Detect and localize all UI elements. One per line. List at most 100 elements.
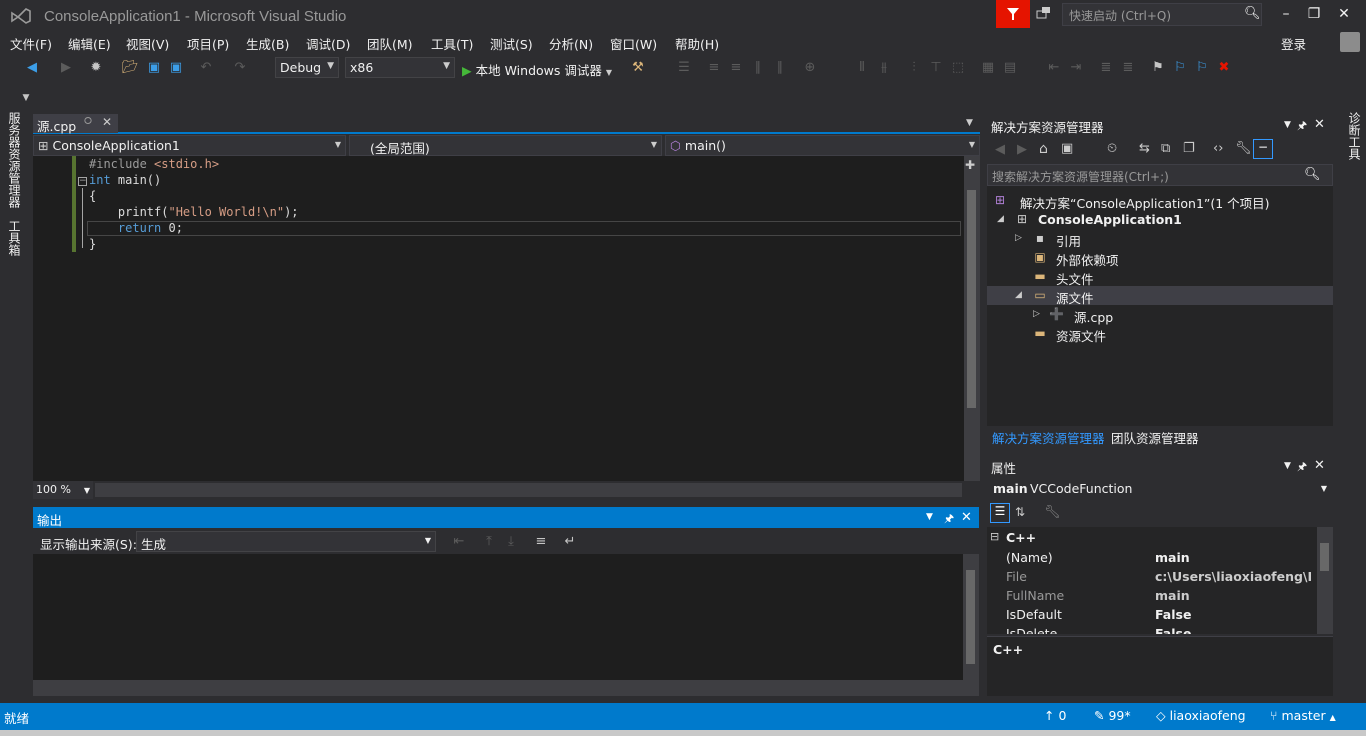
zoom-select[interactable]: 100 % ▼	[33, 481, 93, 499]
notification-flag-icon[interactable]	[996, 0, 1030, 28]
save-all-icon[interactable]: ▣	[168, 60, 184, 76]
size-to-grid-icon[interactable]: ⬚	[950, 60, 966, 76]
align-bottom-icon[interactable]: ∥	[772, 60, 788, 76]
member-select[interactable]: ⬡ main() ▼	[665, 135, 980, 156]
unpublished-commits[interactable]: ↑ 0	[1044, 708, 1066, 723]
diagnostics-tools-tab[interactable]: 诊断工具	[1346, 112, 1363, 160]
collapse-icon[interactable]: −	[78, 177, 87, 186]
property-row[interactable]: FullName main	[987, 586, 1317, 605]
next-message-icon[interactable]: ⤓	[503, 534, 519, 550]
previous-message-icon[interactable]: ⤒	[481, 534, 497, 550]
search-icon[interactable]: 🔍︎	[1244, 6, 1261, 21]
bookmark-icon[interactable]: ⚑	[1150, 60, 1166, 76]
menu-team[interactable]: 团队(M)	[367, 34, 413, 53]
pin-icon[interactable]: ⭘	[84, 116, 92, 127]
tab-solution-explorer[interactable]: 解决方案资源管理器	[992, 428, 1105, 447]
clear-all-icon[interactable]: ≡	[533, 534, 549, 550]
redo-icon[interactable]: ↷	[232, 60, 248, 76]
view-code-icon[interactable]: ‹›	[1213, 141, 1223, 156]
editor-scroll-thumb[interactable]	[967, 190, 976, 408]
split-editor-icon[interactable]: ✚	[965, 158, 975, 172]
sync-icon[interactable]: ⇆	[1139, 141, 1150, 156]
toolbox-tab[interactable]: 工具箱	[6, 220, 23, 256]
property-row[interactable]: IsDefault False	[987, 605, 1317, 624]
forward-icon[interactable]: ▶	[1017, 142, 1027, 157]
menu-build[interactable]: 生成(B)	[246, 34, 289, 53]
tab-team-explorer[interactable]: 团队资源管理器	[1111, 428, 1199, 447]
properties-close-icon[interactable]: ✕	[1314, 458, 1325, 473]
output-close-icon[interactable]: ✕	[961, 510, 972, 525]
menu-tools[interactable]: 工具(T)	[431, 34, 473, 53]
preview-selected-icon[interactable]: −	[1253, 139, 1273, 159]
se-dropdown-icon[interactable]: ▼	[1284, 120, 1291, 130]
categorized-icon[interactable]: ☰	[990, 503, 1010, 523]
property-row[interactable]: IsDelete False	[987, 624, 1317, 634]
properties-dropdown-icon[interactable]: ▼	[1284, 461, 1291, 471]
output-scroll-thumb[interactable]	[966, 570, 975, 664]
sign-in-link[interactable]: 登录	[1281, 34, 1306, 53]
spacing-increase-icon[interactable]: ⫵	[876, 60, 892, 76]
spacing-decrease-icon[interactable]: ⫶	[906, 60, 922, 76]
minimize-button[interactable]: –	[1272, 4, 1300, 26]
property-row[interactable]: (Name) main	[987, 548, 1317, 567]
menu-view[interactable]: 视图(V)	[126, 34, 169, 53]
search-icon[interactable]: 🔍︎	[1304, 167, 1321, 182]
se-pin-icon[interactable]: 🖈︎	[1297, 117, 1307, 136]
menu-debug[interactable]: 调试(D)	[306, 34, 350, 53]
maximize-button[interactable]: ❐	[1300, 4, 1328, 26]
open-file-icon[interactable]: 📂︎	[122, 60, 139, 76]
align-top-icon[interactable]: ∥	[750, 60, 766, 76]
grid-icon[interactable]: ▦	[980, 60, 996, 76]
save-icon[interactable]: ▣	[146, 60, 162, 76]
next-bookmark-icon[interactable]: ⚐	[1194, 60, 1210, 76]
go-to-location-icon[interactable]: ⇤	[451, 534, 467, 550]
home-icon[interactable]: ⌂	[1039, 141, 1048, 157]
output-pin-icon[interactable]: 🖈︎	[944, 510, 954, 529]
tabs-dropdown-icon[interactable]: ▼	[966, 118, 973, 128]
previous-bookmark-icon[interactable]: ⚐	[1172, 60, 1188, 76]
switch-views-icon[interactable]: ▣	[1061, 141, 1073, 156]
collapse-category-icon[interactable]: ⊟	[990, 530, 999, 543]
start-debugging-button[interactable]: ▶ 本地 Windows 调试器 ▼	[462, 57, 612, 78]
toggle-comment-icon[interactable]: ☰	[676, 60, 692, 76]
solution-explorer-search-input[interactable]: 搜索解决方案资源管理器(Ctrl+;)	[987, 164, 1333, 186]
close-icon[interactable]: ✕	[102, 115, 112, 129]
toolbar-overflow-icon[interactable]: ▼	[18, 90, 34, 106]
se-close-icon[interactable]: ✕	[1314, 117, 1325, 132]
make-same-size-icon[interactable]: ⊤	[928, 60, 944, 76]
menu-file[interactable]: 文件(F)	[10, 34, 52, 53]
quick-launch-input[interactable]: 快速启动 (Ctrl+Q)	[1062, 3, 1262, 26]
scope-select[interactable]: (全局范围) ▼	[349, 135, 662, 156]
properties-vertical-scrollbar[interactable]	[1317, 527, 1333, 634]
solution-platform-select[interactable]: x86 ▼	[345, 57, 455, 78]
close-button[interactable]: ✕	[1330, 4, 1358, 26]
pending-changes-filter-icon[interactable]: ⏲︎	[1107, 141, 1117, 156]
output-dropdown-icon[interactable]: ▼	[926, 512, 933, 522]
back-icon[interactable]: ◀	[995, 142, 1005, 157]
show-all-files-icon[interactable]: ❐	[1183, 141, 1195, 156]
pending-changes[interactable]: ✎ 99*	[1094, 708, 1131, 723]
server-explorer-tab[interactable]: 服务器资源管理器	[6, 112, 23, 208]
menu-help[interactable]: 帮助(H)	[675, 34, 719, 53]
align-left-icon[interactable]: ≡	[706, 60, 722, 76]
feedback-icon[interactable]	[1036, 5, 1054, 23]
collapse-all-icon[interactable]: ⧉	[1161, 141, 1170, 156]
menu-project[interactable]: 项目(P)	[187, 34, 229, 53]
word-wrap-icon[interactable]: ↵	[562, 534, 578, 550]
repository-user[interactable]: ◇ liaoxiaofeng	[1156, 708, 1246, 723]
output-horizontal-scrollbar[interactable]	[33, 680, 979, 696]
navigate-forward-icon[interactable]: ▶	[58, 60, 74, 76]
properties-pin-icon[interactable]: 🖈︎	[1297, 458, 1307, 477]
output-vertical-scrollbar[interactable]	[963, 554, 979, 680]
undo-icon[interactable]: ↶	[198, 60, 214, 76]
solution-configuration-select[interactable]: Debug ▼	[275, 57, 339, 78]
navigate-back-icon[interactable]: ◀	[24, 60, 40, 76]
menu-analyze[interactable]: 分析(N)	[549, 34, 593, 53]
properties-object-select[interactable]: main VCCodeFunction ▼	[987, 478, 1333, 499]
comment-out-icon[interactable]: ≣	[1098, 60, 1114, 76]
spacing-equal-icon[interactable]: ⫴	[854, 60, 870, 76]
new-project-icon[interactable]: ✹	[88, 60, 104, 76]
decrease-indent-icon[interactable]: ⇤	[1046, 60, 1062, 76]
find-in-files-icon[interactable]: ⚒	[630, 60, 646, 76]
menu-test[interactable]: 测试(S)	[490, 34, 533, 53]
